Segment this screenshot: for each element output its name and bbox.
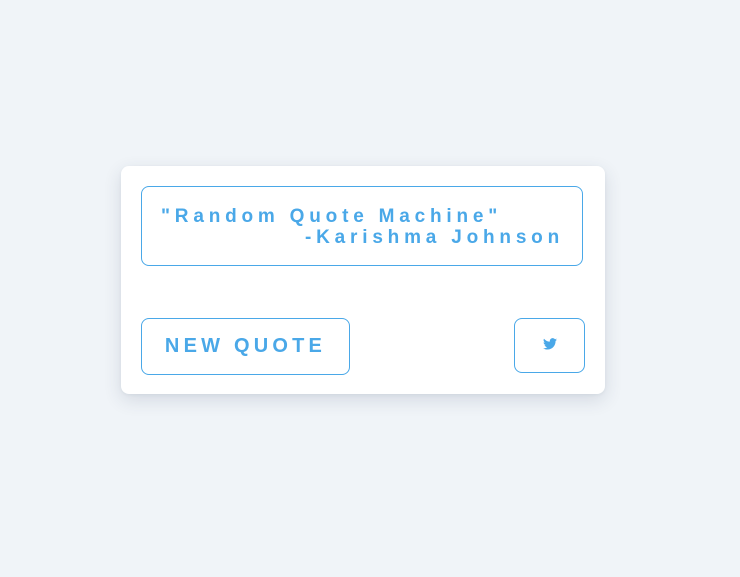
quote-card: "Random Quote Machine" -Karishma Johnson… (121, 166, 605, 394)
quote-text: "Random Quote Machine" (161, 206, 503, 227)
quote-author: -Karishma Johnson (305, 227, 564, 248)
twitter-icon (542, 338, 557, 350)
tweet-quote-button[interactable] (514, 318, 585, 373)
new-quote-button[interactable]: NEW QUOTE (141, 318, 350, 375)
quote-box: "Random Quote Machine" -Karishma Johnson (141, 186, 583, 266)
